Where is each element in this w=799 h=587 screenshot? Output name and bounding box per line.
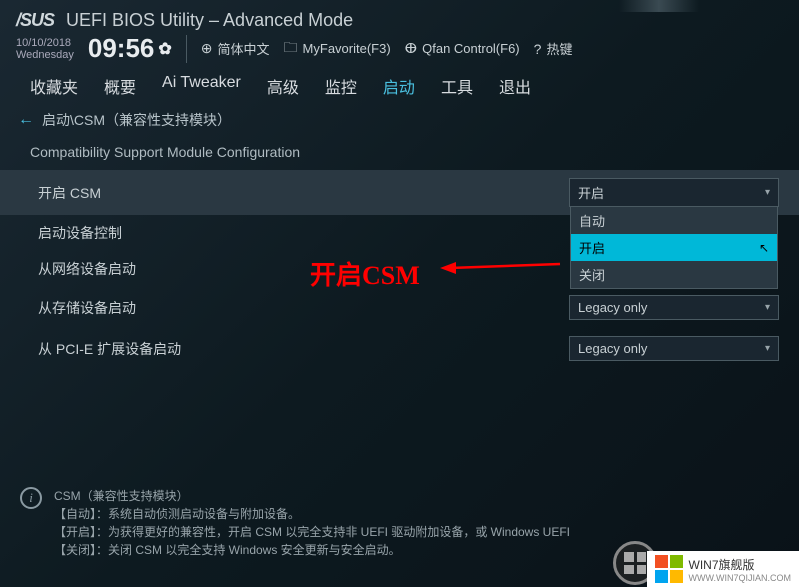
bios-title: UEFI BIOS Utility – Advanced Mode bbox=[66, 10, 353, 31]
tab-boot[interactable]: 启动 bbox=[383, 74, 415, 98]
question-icon: ? bbox=[534, 41, 542, 57]
watermark: WIN7旗舰版 WWW.WIN7QIJIAN.COM bbox=[647, 551, 799, 587]
help-title: CSM（兼容性支持模块） bbox=[54, 487, 570, 505]
tab-main[interactable]: 概要 bbox=[104, 74, 136, 98]
watermark-text: WIN7旗舰版 bbox=[689, 556, 792, 573]
setting-storage-boot[interactable]: 从存储设备启动 Legacy only ▾ bbox=[0, 287, 799, 328]
time-display[interactable]: 09:56 ✿ bbox=[88, 33, 172, 64]
breadcrumb[interactable]: ← 启动\CSM（兼容性支持模块） bbox=[0, 102, 799, 138]
help-footer: i CSM（兼容性支持模块） 【自动】：系统自动侦测启动设备与附加设备。 【开启… bbox=[20, 487, 779, 559]
dropdown-menu: 自动 开启 ↖ 关闭 bbox=[570, 206, 778, 289]
watermark-url: WWW.WIN7QIJIAN.COM bbox=[689, 573, 792, 583]
datetime-block: 10/10/2018 Wednesday bbox=[16, 37, 74, 61]
gear-icon[interactable]: ✿ bbox=[158, 39, 171, 59]
hotkey-button[interactable]: ? 热键 bbox=[534, 39, 573, 58]
help-line2: 【开启】：为获得更好的兼容性，开启 CSM 以完全支持非 UEFI 驱动附加设备… bbox=[54, 523, 570, 541]
chevron-down-icon: ▾ bbox=[765, 302, 770, 313]
setting-pcie-boot[interactable]: 从 PCI-E 扩展设备启动 Legacy only ▾ bbox=[0, 328, 799, 369]
fan-icon: ⴲ bbox=[405, 40, 417, 57]
tab-favorites[interactable]: 收藏夹 bbox=[30, 74, 78, 98]
setting-label: 开启 CSM bbox=[38, 183, 569, 203]
folder-icon: 🗀 bbox=[284, 37, 298, 61]
setting-label: 从 PCI-E 扩展设备启动 bbox=[38, 339, 569, 359]
globe-icon: ⊕ bbox=[201, 40, 213, 57]
section-title: Compatibility Support Module Configurati… bbox=[0, 138, 799, 170]
qfan-button[interactable]: ⴲ Qfan Control(F6) bbox=[405, 40, 520, 57]
day-label: Wednesday bbox=[16, 49, 74, 61]
chevron-down-icon: ▾ bbox=[765, 343, 770, 354]
dropdown-option-enabled[interactable]: 开启 ↖ bbox=[571, 234, 777, 261]
language-selector[interactable]: ⊕ 简体中文 bbox=[201, 39, 270, 58]
pcie-dropdown[interactable]: Legacy only ▾ bbox=[569, 336, 779, 361]
tab-tool[interactable]: 工具 bbox=[441, 74, 473, 98]
info-icon: i bbox=[20, 487, 42, 509]
dropdown-option-auto[interactable]: 自动 bbox=[571, 207, 777, 234]
tab-monitor[interactable]: 监控 bbox=[325, 74, 357, 98]
setting-csm[interactable]: 开启 CSM 开启 ▾ 自动 开启 ↖ 关闭 bbox=[0, 170, 799, 215]
back-arrow-icon[interactable]: ← bbox=[18, 111, 34, 129]
storage-dropdown[interactable]: Legacy only ▾ bbox=[569, 295, 779, 320]
tab-exit[interactable]: 退出 bbox=[499, 74, 531, 98]
help-line3: 【关闭】：关闭 CSM 以完全支持 Windows 安全更新与安全启动。 bbox=[54, 541, 570, 559]
dropdown-option-disabled[interactable]: 关闭 bbox=[571, 261, 777, 288]
asus-logo: /SUS bbox=[16, 10, 54, 31]
myfavorite-button[interactable]: 🗀 MyFavorite(F3) bbox=[284, 37, 391, 61]
chevron-down-icon: ▾ bbox=[765, 187, 770, 198]
breadcrumb-text: 启动\CSM（兼容性支持模块） bbox=[42, 110, 231, 130]
tab-aitweaker[interactable]: Ai Tweaker bbox=[162, 74, 241, 98]
cursor-icon: ↖ bbox=[759, 241, 769, 255]
windows-logo-icon bbox=[655, 555, 683, 583]
csm-dropdown[interactable]: 开启 ▾ 自动 开启 ↖ 关闭 bbox=[569, 178, 779, 207]
tab-advanced[interactable]: 高级 bbox=[267, 74, 299, 98]
main-tabs: 收藏夹 概要 Ai Tweaker 高级 监控 启动 工具 退出 bbox=[0, 64, 799, 102]
date-label: 10/10/2018 bbox=[16, 37, 71, 49]
annotation-arrow-icon bbox=[440, 258, 570, 278]
annotation-text: 开启CSM bbox=[310, 255, 420, 292]
setting-label: 从存储设备启动 bbox=[38, 298, 569, 318]
help-line1: 【自动】：系统自动侦测启动设备与附加设备。 bbox=[54, 505, 570, 523]
